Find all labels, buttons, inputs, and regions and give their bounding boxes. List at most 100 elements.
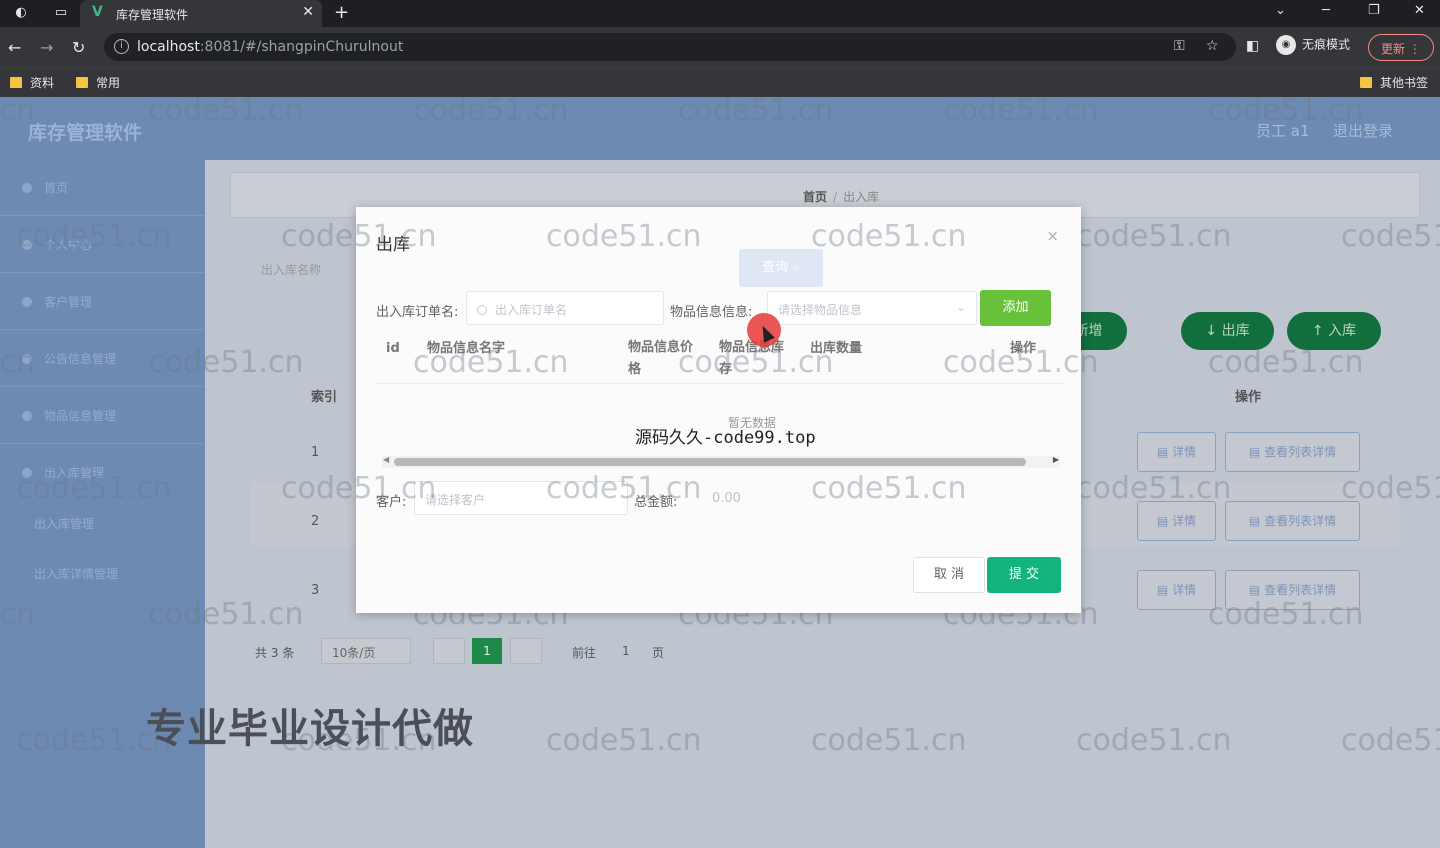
watermark: code51.cn [1341,723,1440,758]
incognito-icon: ◉ [1276,35,1296,55]
pager-prev-button[interactable] [433,638,465,664]
breadcrumb: 首页 / 出入库 [803,190,880,204]
watermark: .cn [0,93,36,128]
browser-tab-bar: ◐ ▭ V 库存管理软件 ✕ + ⌄ ─ ❐ ✕ [0,0,1440,27]
cancel-button[interactable]: 取 消 [913,557,985,593]
bookmark-folder-ziliao[interactable]: 资料 [10,74,54,91]
outbound-dialog: 出库 × 查询 ⌕ 出入库订单名: 出入库订单名 物品信息信息: 请选择物品信息… [356,207,1081,613]
browser-menu-icon[interactable]: ◐ [12,5,30,21]
column-header-ops: 操作 [1235,390,1262,405]
home-icon [22,183,32,193]
list-detail-button[interactable]: ▤ 查看列表详情 [1225,432,1360,472]
watermark: code51.cn [1208,345,1364,380]
window-close-icon[interactable]: ✕ [1414,3,1425,18]
watermark: code51.cn [1341,219,1440,254]
sidebar-item-home[interactable]: 首页 [0,160,205,216]
address-bar: ← → ↻ i localhost:8081/#/shangpinChuruln… [0,27,1440,68]
watermark: .cn [0,345,36,380]
reload-icon[interactable]: ↻ [72,38,85,57]
tab-title: 库存管理软件 [116,8,189,22]
pager-total: 共 3 条 [255,646,295,660]
search-icon [477,305,487,315]
watermark: code51.cn [678,345,834,380]
total-amount-value: 0.00 [712,491,741,506]
minimize-icon[interactable]: ─ [1322,3,1330,18]
sidebar-item-goods[interactable]: 物品信息管理 [0,388,205,444]
update-button[interactable]: 更新 ⋮ [1368,34,1434,61]
url-text: localhost:8081/#/shangpinChurulnout [137,39,404,55]
pager-page-current[interactable]: 1 [472,638,502,664]
breadcrumb-home[interactable]: 首页 [803,190,827,204]
watermark: code51.cn [281,219,437,254]
forward-icon[interactable]: → [40,38,53,57]
watermark: code51.cn [1076,219,1232,254]
detail-button[interactable]: ▤ 详情 [1137,570,1216,610]
pager-page-suffix: 页 [652,646,665,660]
app-title: 库存管理软件 [28,122,143,144]
sidebar-subitem-inout-detail[interactable]: 出入库详情管理 [34,565,118,582]
bookmark-folder-changyong[interactable]: 常用 [76,74,120,91]
vue-favicon-icon: V [92,4,103,20]
chevron-down-icon: ⌄ [955,300,966,314]
folder-icon [1360,77,1372,88]
pager-goto-label: 前往 [572,646,597,660]
pager-size-select[interactable]: 10条/页 [321,638,411,664]
overlay-source-text: 源码久久-code99.top [635,428,816,448]
order-name-input[interactable]: 出入库订单名 [466,291,664,325]
side-panel-icon[interactable]: ◧ [1246,38,1259,54]
watermark: .cn [0,597,36,632]
incognito-indicator[interactable]: ◉ 无痕模式 [1276,35,1350,59]
watermark: code51.cn [943,93,1099,128]
search-name-input[interactable]: 出入库名称 [261,261,321,278]
breadcrumb-current: 出入库 [843,190,880,204]
goods-label: 物品信息信息: [670,305,753,320]
url-input[interactable]: i localhost:8081/#/shangpinChurulnout ⚿ … [104,33,1236,61]
submit-button[interactable]: 提 交 [987,557,1061,593]
pager-goto-input[interactable]: 1 [622,644,630,658]
column-header-id: id [386,341,400,356]
detail-button[interactable]: ▤ 详情 [1137,501,1216,541]
table-scrollbar[interactable]: ◀ ▶ [382,455,1060,468]
pager-next-button[interactable] [510,638,542,664]
tab-close-icon[interactable]: ✕ [302,4,314,20]
watermark: code51.cn [546,219,702,254]
scroll-right-icon[interactable]: ▶ [1053,455,1059,464]
watermark: code51.cn [16,219,172,254]
search-button[interactable]: 查询 ⌕ [739,249,823,287]
dialog-close-icon[interactable]: × [1046,227,1059,245]
goods-icon [22,411,32,421]
folder-icon [10,77,22,88]
watermark: code51.cn [1208,93,1364,128]
goods-select[interactable]: 请选择物品信息 ⌄ [767,291,977,325]
browser-tab[interactable]: V 库存管理软件 ✕ [80,0,322,27]
other-bookmarks[interactable]: 其他书签 [1360,74,1428,91]
detail-button[interactable]: ▤ 详情 [1137,432,1216,472]
tab-strip-icon[interactable]: ▭ [52,5,70,21]
watermark: code51.cn [678,93,834,128]
watermark: code51.cn [811,471,967,506]
list-detail-button[interactable]: ▤ 查看列表详情 [1225,501,1360,541]
watermark: code51.cn [811,219,967,254]
back-icon[interactable]: ← [8,38,21,57]
watermark: code51.cn [281,471,437,506]
scrollbar-thumb[interactable] [394,458,1026,466]
site-info-icon[interactable]: i [114,39,129,54]
watermark: code51.cn [148,345,304,380]
watermark: code51.cn [1076,723,1232,758]
scroll-left-icon[interactable]: ◀ [383,455,389,464]
tab-search-icon[interactable]: ⌄ [1275,3,1286,18]
sidebar-subitem-inout[interactable]: 出入库管理 [34,515,94,532]
watermark: code51.cn [1341,471,1440,506]
password-key-icon[interactable]: ⚿ [1174,38,1185,54]
watermark: code51.cn [546,723,702,758]
bookmark-star-icon[interactable]: ☆ [1206,38,1219,54]
sidebar-item-customers[interactable]: 客户管理 [0,274,205,330]
watermark: code51.cn [148,597,304,632]
column-header-index: 索引 [311,390,338,405]
restore-icon[interactable]: ❐ [1368,3,1380,18]
watermark: code51.cn [811,723,967,758]
add-goods-button[interactable]: 添加 [980,290,1051,326]
new-tab-icon[interactable]: + [334,2,349,23]
table-row-index: 1 [311,445,320,460]
folder-icon [76,77,88,88]
